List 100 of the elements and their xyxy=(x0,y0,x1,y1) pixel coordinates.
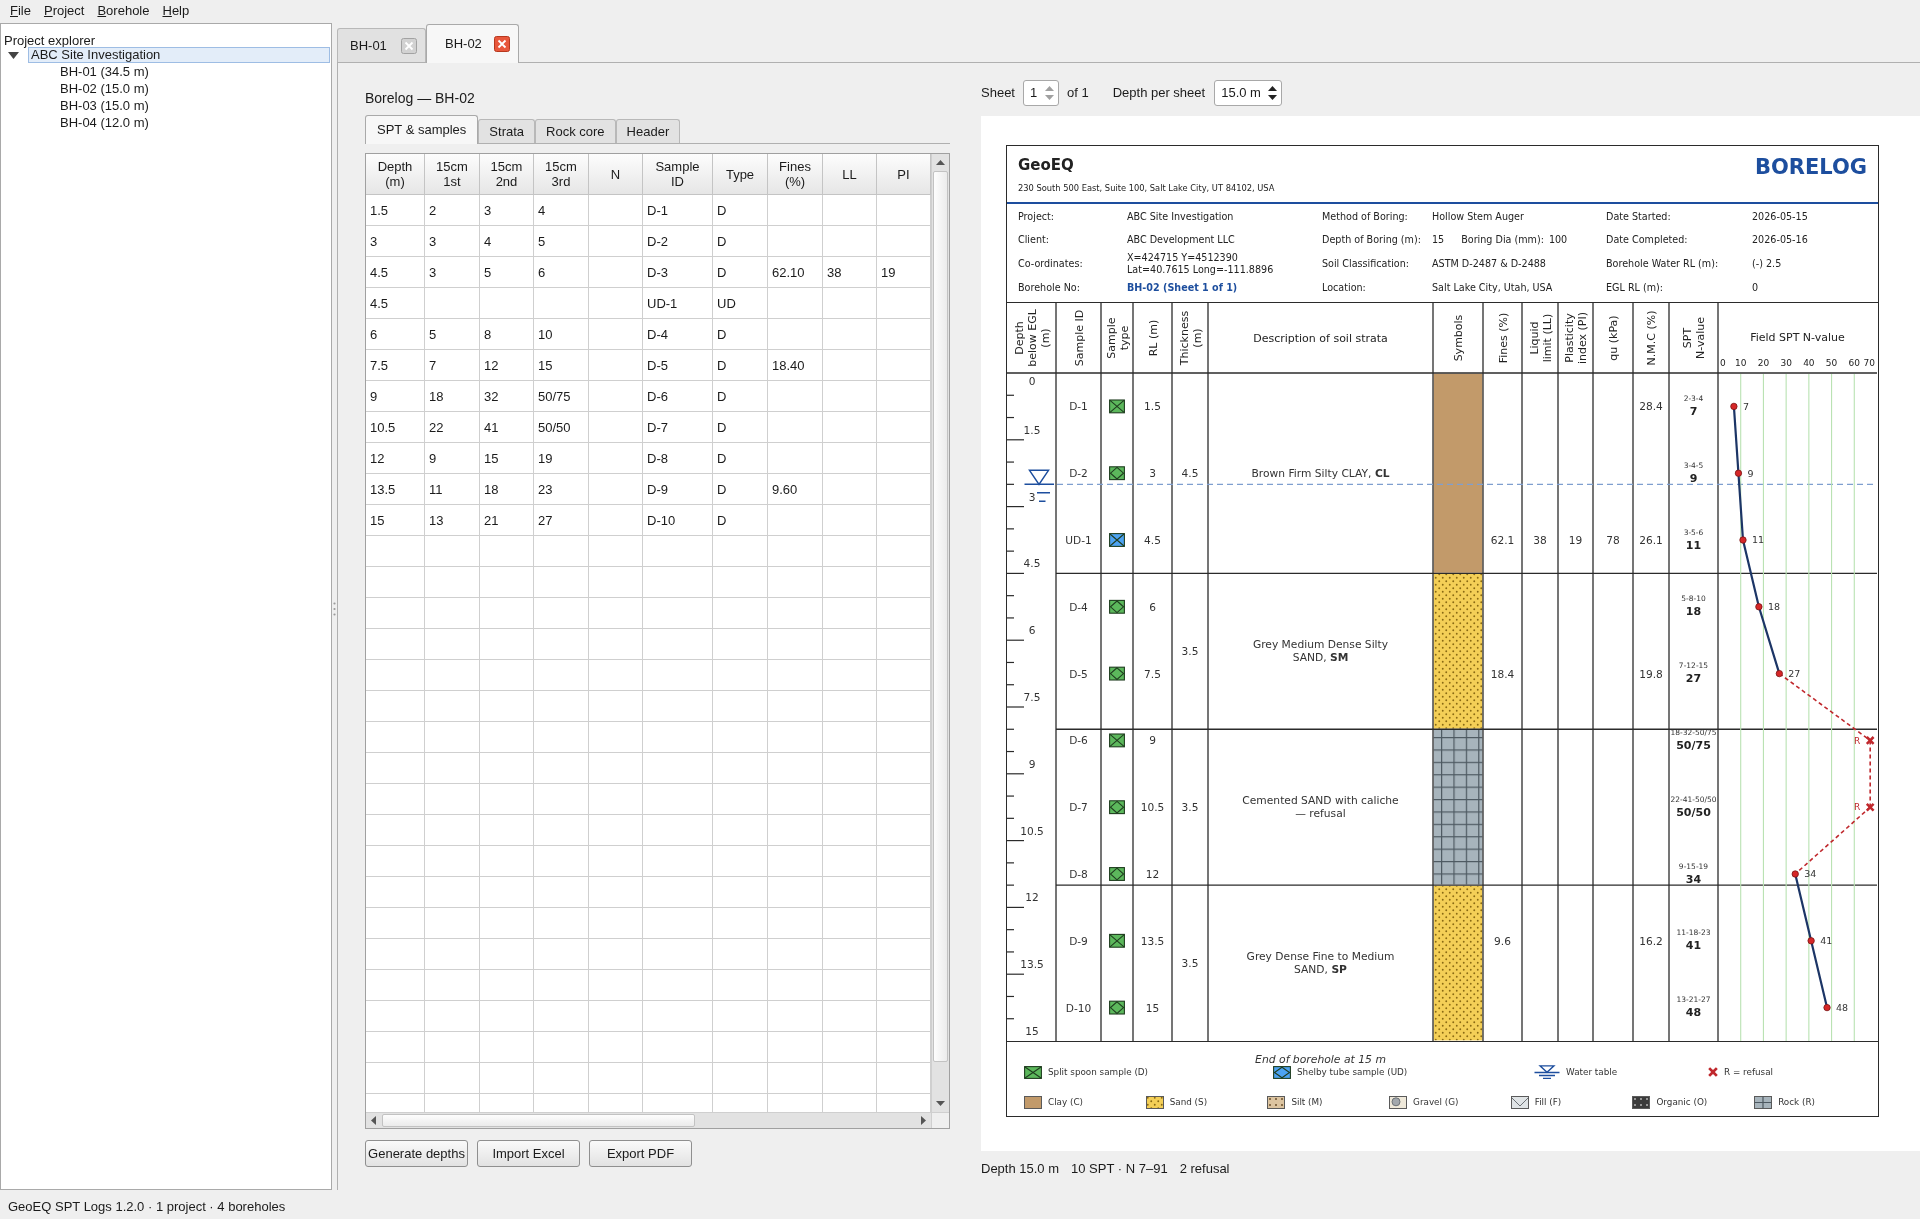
status-bar-text: GeoEQ SPT Logs 1.2.0 · 1 project · 4 boreholes xyxy=(8,1199,286,1215)
blow-count: 3 xyxy=(484,202,492,218)
field-label: Depth of Boring (m): xyxy=(1322,234,1421,247)
blow-count: 9 xyxy=(429,450,437,466)
company-address: 230 South 500 East, Suite 100, Salt Lake City, UT 84102, USA xyxy=(1018,183,1275,193)
column-header: Thickness (m) xyxy=(1177,310,1204,366)
field-label: Borehole Water RL (m): xyxy=(1606,258,1719,270)
spt-n-value: 9 xyxy=(1689,471,1698,485)
strata-description: Brown Firm Silty CLAY, CL xyxy=(1251,466,1390,480)
blow-count: 12 xyxy=(484,357,499,373)
blow-count: 6 xyxy=(538,264,546,280)
fines-value: 18.40 xyxy=(772,357,805,373)
fines-value: 62.1 xyxy=(1490,534,1515,546)
summary-text: Depth 15.0 m xyxy=(981,1161,1060,1177)
sample-id: D-6 xyxy=(1069,734,1088,747)
field-label: Date Started: xyxy=(1606,210,1671,223)
sample-type: D xyxy=(717,388,727,404)
spt-n-value: 7 xyxy=(1689,404,1698,418)
depth-label: 3 xyxy=(1028,490,1036,503)
axis-tick-label: 0 xyxy=(1720,358,1726,368)
field-label: Depth per sheet xyxy=(1112,84,1206,103)
sample-id: D-7 xyxy=(1069,801,1088,814)
sheet-title: BORELOG xyxy=(1754,154,1867,180)
data-label: 11 xyxy=(1752,534,1765,546)
field-label: of 1 xyxy=(1067,84,1089,103)
axis-tick-label: 60 xyxy=(1848,358,1860,368)
depth-value: 7.5 xyxy=(370,357,389,373)
depth-label: 6 xyxy=(1028,624,1036,637)
column-header: N.M.C (%) xyxy=(1645,310,1658,366)
reduced-level: 12 xyxy=(1145,868,1160,880)
field-label: EGL RL (m): xyxy=(1606,281,1663,294)
blow-count: 15 xyxy=(484,450,499,466)
field-value: ABC Site Investigation xyxy=(1127,210,1234,223)
sample-id: D-4 xyxy=(647,326,668,342)
blow-count: 32 xyxy=(484,388,499,404)
depth-label: 10.5 xyxy=(1020,824,1044,837)
layer-thickness: 4.5 xyxy=(1181,467,1199,480)
reduced-level: 6 xyxy=(1149,600,1156,613)
depth-value: 6 xyxy=(370,326,378,342)
blow-count: 18 xyxy=(484,481,499,497)
moisture-content-value: 26.1 xyxy=(1639,534,1663,546)
blow-count: 4 xyxy=(484,233,492,249)
data-label: 7 xyxy=(1742,400,1749,412)
field-label: Co-ordinates: xyxy=(1018,258,1083,270)
panel-title: Project explorer xyxy=(4,33,96,48)
depth-value: 4.5 xyxy=(370,264,389,280)
sample-type: D xyxy=(717,233,727,249)
depth-label: 15 xyxy=(1025,1025,1039,1037)
strata-description: Cemented SAND with caliche — refusal xyxy=(1241,794,1400,821)
depth-label: 7.5 xyxy=(1023,691,1041,703)
depth-label: 13.5 xyxy=(1020,958,1044,971)
summary-text: 10 SPT · N 7–91 xyxy=(1071,1161,1168,1177)
field-label: Method of Boring: xyxy=(1322,210,1408,223)
legend-label: Sand (S) xyxy=(1169,1096,1208,1108)
field-value: 2026-05-15 xyxy=(1752,210,1808,223)
blow-count: 50/75 xyxy=(538,388,571,404)
axis-tick-label: 20 xyxy=(1757,358,1770,368)
column-header: Sample type xyxy=(1104,317,1131,359)
axis-tick-label: 40 xyxy=(1803,358,1815,368)
legend-label: Split spoon sample (D) xyxy=(1048,1066,1149,1078)
depth-value: 4.5 xyxy=(370,295,389,311)
blow-count: 11 xyxy=(429,481,443,497)
sample-type: D xyxy=(717,481,727,497)
depth-label: 12 xyxy=(1025,891,1039,904)
depth-label: 9 xyxy=(1028,757,1036,770)
sample-id: D-10 xyxy=(1065,1001,1092,1014)
field-value: BH-02 (Sheet 1 of 1) xyxy=(1127,281,1238,294)
axis-tick-label: 70 xyxy=(1863,358,1875,368)
moisture-content-value: 19.8 xyxy=(1639,667,1663,680)
sample-id: D-5 xyxy=(647,357,668,373)
sample-type: D xyxy=(717,264,727,280)
sample-type: D xyxy=(717,450,727,466)
sample-id: D-2 xyxy=(647,233,668,249)
sample-type: D xyxy=(717,512,727,528)
field-value: 2026-05-16 xyxy=(1752,234,1808,247)
blow-count: 21 xyxy=(484,512,499,528)
blow-count: 15 xyxy=(538,357,553,373)
blow-count: 19 xyxy=(538,450,553,466)
plasticity-index-value: 19 xyxy=(1568,534,1583,546)
moisture-content-value: 28.4 xyxy=(1639,400,1663,413)
field-label: Boring Dia (mm): xyxy=(1461,234,1544,247)
blow-count: 41 xyxy=(484,419,499,435)
sample-type: D xyxy=(717,326,727,342)
layer-thickness: 3.5 xyxy=(1181,957,1199,970)
sample-id: D-3 xyxy=(647,264,668,280)
spt-n-value: 11 xyxy=(1685,538,1702,552)
chart-title: Field SPT N-value xyxy=(1750,331,1845,344)
data-label: R xyxy=(1853,802,1861,813)
depth-value: 3 xyxy=(370,233,378,249)
strata-description: Grey Medium Dense Silty SAND, SM xyxy=(1251,638,1390,665)
field-value: ABC Development LLC xyxy=(1127,234,1235,247)
reduced-level: 9 xyxy=(1149,734,1156,747)
blow-count: 7 xyxy=(429,357,437,373)
data-label: 9 xyxy=(1747,467,1754,479)
fines-value: 9.6 xyxy=(1494,934,1511,947)
sample-id: D-9 xyxy=(647,481,668,497)
data-label: 18 xyxy=(1767,601,1780,613)
field-label: Client: xyxy=(1018,234,1049,247)
spt-n-value: 50/75 xyxy=(1676,738,1711,752)
blow-count: 50/50 xyxy=(538,419,571,435)
